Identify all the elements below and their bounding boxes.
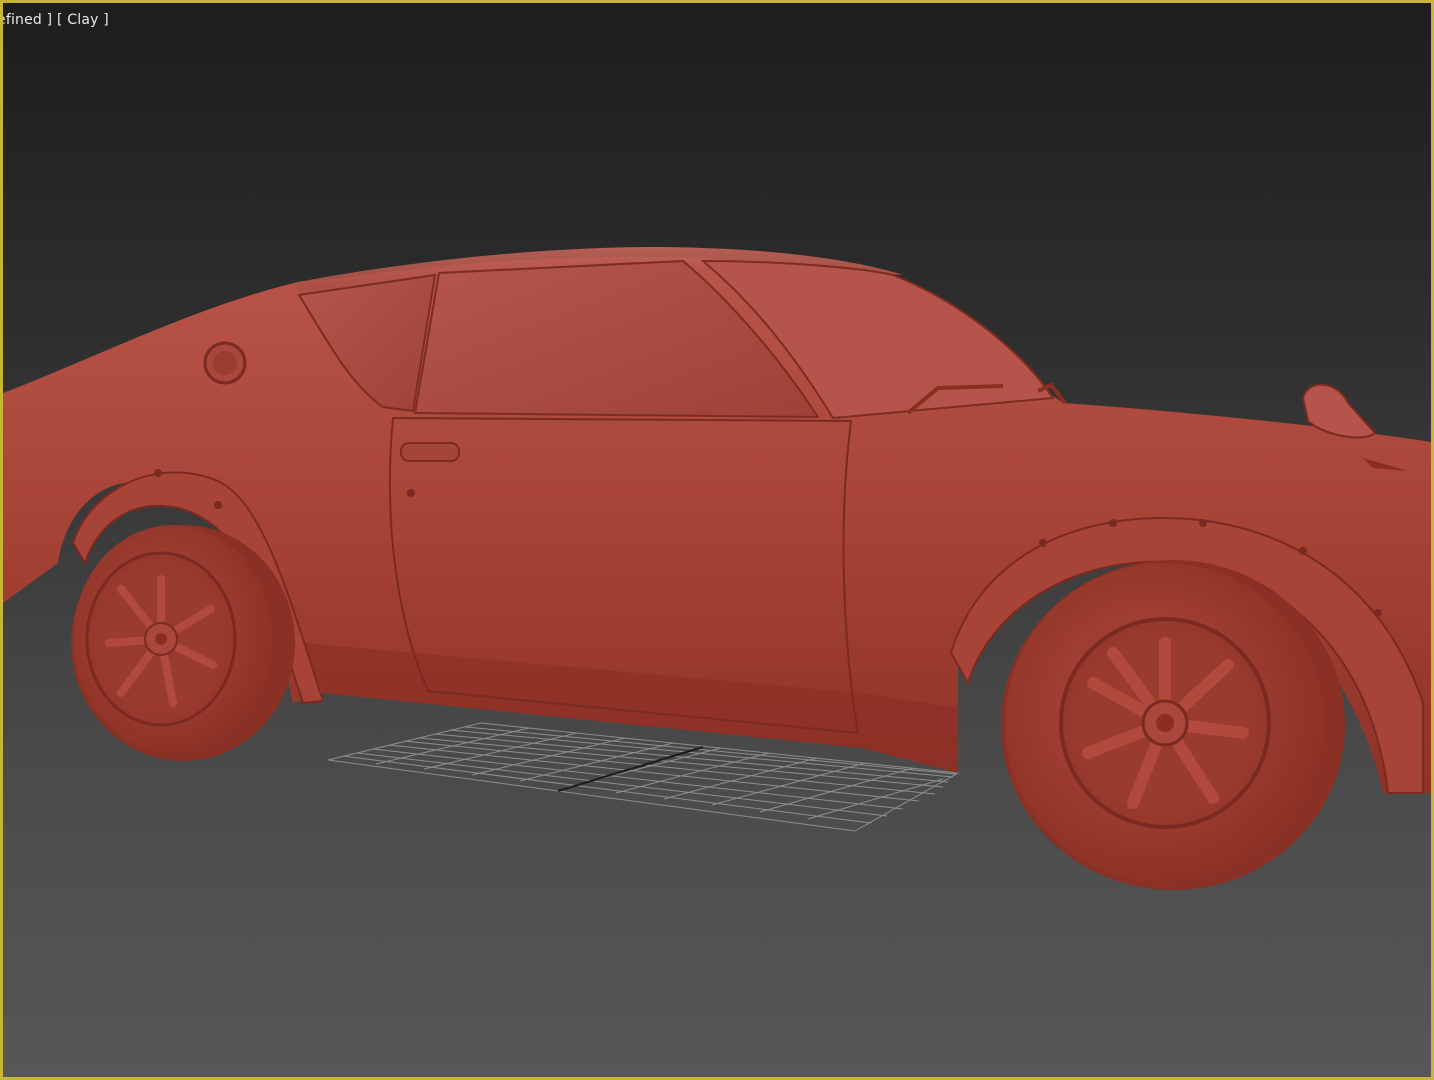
scene-canvas[interactable] [3, 3, 1434, 1080]
door-handle [400, 442, 460, 462]
rear-wheel [71, 525, 295, 761]
car-icon[interactable] [3, 247, 1434, 890]
front-wheel [1001, 560, 1345, 890]
3d-viewport[interactable]: efined ] [ Clay ] [0, 0, 1434, 1080]
